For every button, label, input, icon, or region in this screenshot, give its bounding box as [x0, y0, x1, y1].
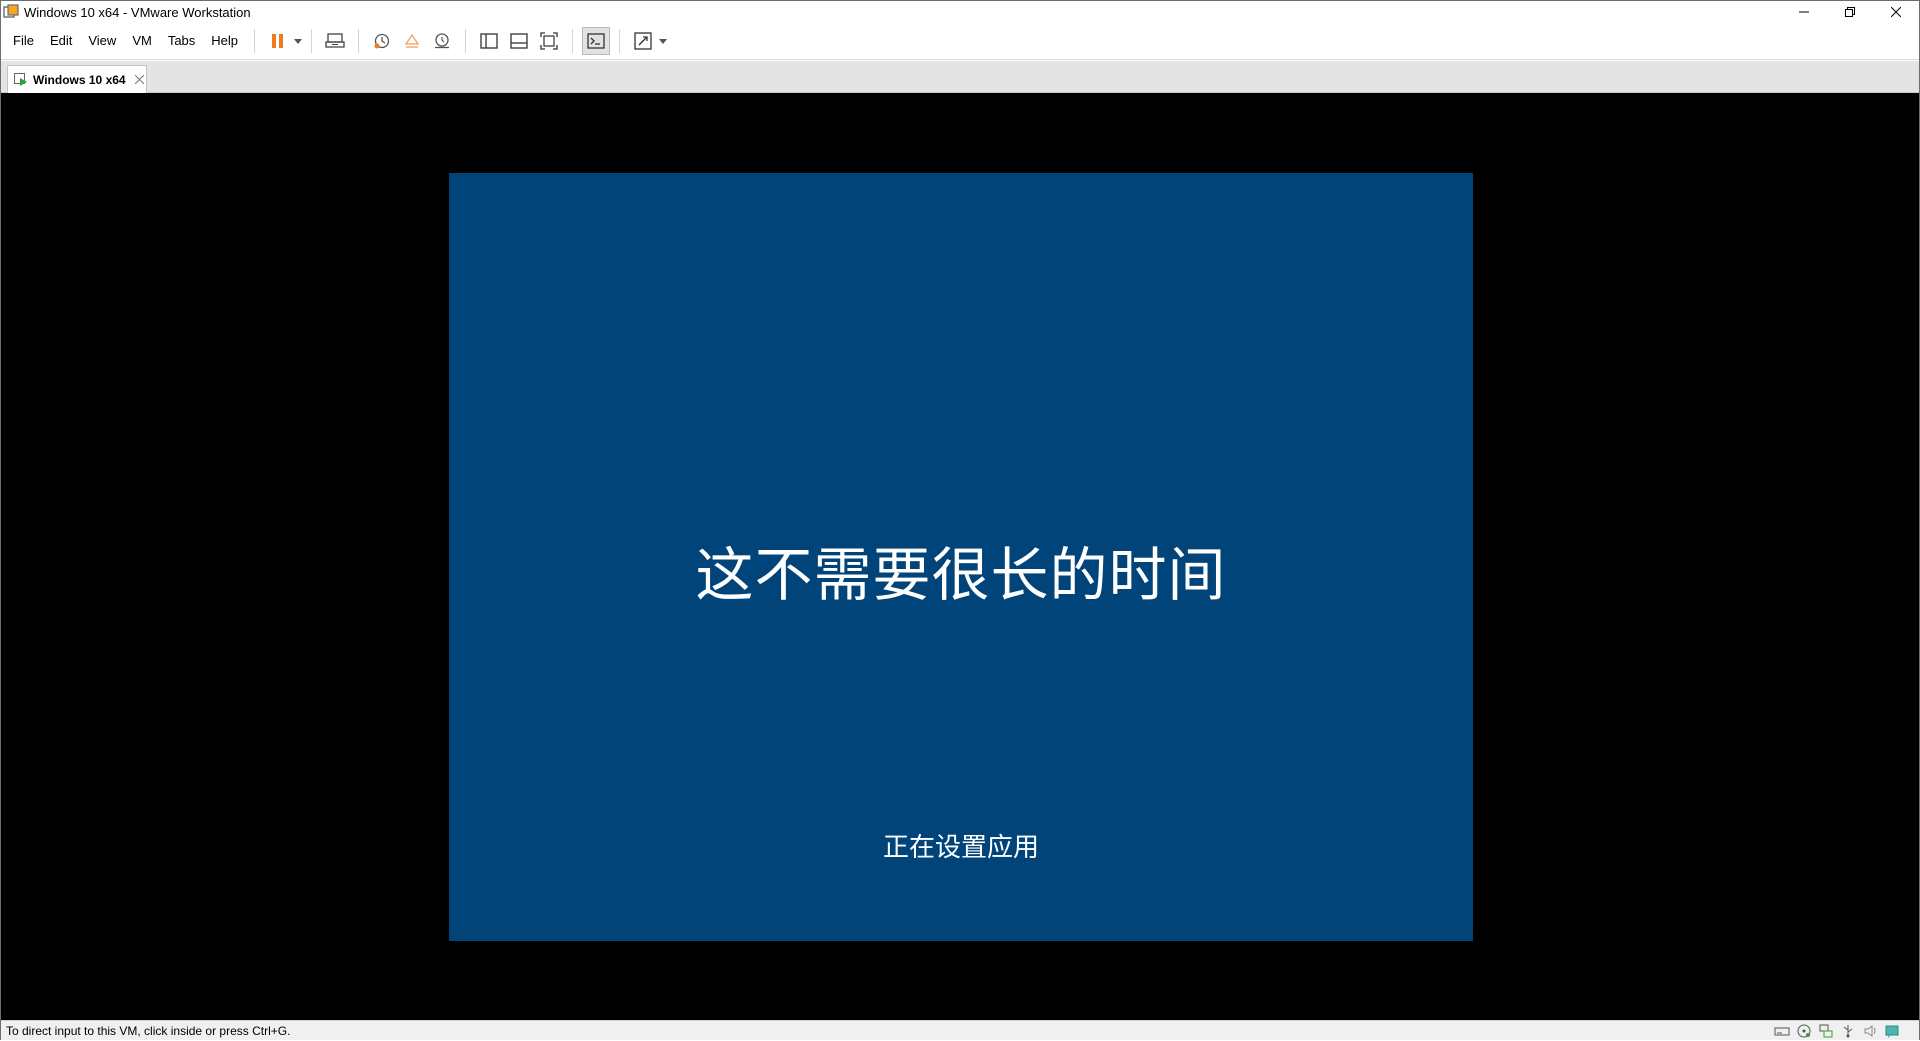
toolbar-separator [254, 29, 256, 53]
toolbar-separator [358, 29, 360, 53]
close-icon [1891, 7, 1901, 17]
guest-display[interactable]: 这不需要很长的时间 正在设置应用 [449, 173, 1473, 941]
show-thumbnail-bar-button[interactable] [505, 27, 533, 55]
title-bar[interactable]: Windows 10 x64 - VMware Workstation [1, 1, 1919, 23]
menu-view[interactable]: View [80, 29, 124, 53]
chevron-down-icon [294, 38, 303, 44]
usb-icon[interactable] [1839, 1023, 1857, 1039]
console-view-button[interactable] [582, 27, 611, 55]
vm-console[interactable]: 这不需要很长的时间 正在设置应用 [1, 93, 1919, 1020]
minimize-icon [1799, 11, 1809, 13]
vm-running-icon [14, 72, 27, 86]
send-ctrl-alt-del-button[interactable] [321, 27, 349, 55]
library-view-icon [480, 33, 498, 49]
full-screen-button[interactable] [535, 27, 563, 55]
device-status-icons [1769, 1021, 1901, 1041]
sound-icon[interactable] [1861, 1023, 1879, 1039]
message-icon[interactable] [1883, 1023, 1901, 1039]
cd-dvd-icon[interactable] [1795, 1023, 1813, 1039]
chevron-down-icon [659, 38, 668, 44]
revert-snapshot-icon [404, 33, 420, 48]
status-hint: To direct input to this VM, click inside… [6, 1023, 291, 1038]
status-bar: To direct input to this VM, click inside… [1, 1020, 1919, 1040]
snapshot-manager-icon [435, 33, 450, 49]
toolbar-separator [311, 29, 313, 53]
stretch-guest-icon [634, 32, 652, 50]
menu-tabs[interactable]: Tabs [160, 29, 203, 53]
power-dropdown-button[interactable] [293, 27, 303, 55]
snapshot-manager-button[interactable] [428, 27, 456, 55]
show-library-button[interactable] [475, 27, 503, 55]
menu-file[interactable]: File [1, 29, 42, 53]
stretch-dropdown-button[interactable] [658, 27, 668, 55]
revert-snapshot-button[interactable] [398, 27, 426, 55]
send-ctrl-alt-del-icon [325, 33, 345, 48]
menu-toolbar: File Edit View VM Tabs Help [1, 23, 1919, 60]
window-controls [1781, 1, 1919, 23]
thumbnail-bar-icon [510, 33, 528, 49]
menu-vm[interactable]: VM [124, 29, 160, 53]
window-title: Windows 10 x64 - VMware Workstation [24, 4, 251, 20]
tab-windows-10-x64[interactable]: Windows 10 x64 [7, 65, 147, 93]
setup-heading: 这不需要很长的时间 [695, 541, 1227, 609]
toolbar-separator [619, 29, 621, 53]
minimize-button[interactable] [1781, 1, 1827, 23]
vmware-window: Windows 10 x64 - VMware Workstation File… [0, 0, 1920, 1040]
console-view-icon [587, 33, 605, 49]
pause-button[interactable] [264, 27, 292, 55]
toolbar-separator [572, 29, 574, 53]
restore-button[interactable] [1827, 1, 1873, 23]
network-icon[interactable] [1817, 1023, 1835, 1039]
full-screen-icon [540, 32, 558, 50]
close-button[interactable] [1873, 1, 1919, 23]
tab-strip: Windows 10 x64 [1, 61, 1919, 93]
vmware-app-icon [3, 4, 19, 20]
setup-status-text: 正在设置应用 [882, 833, 1039, 863]
menu-help[interactable]: Help [203, 29, 246, 53]
tab-close-button[interactable] [134, 74, 146, 86]
toolbar-separator [465, 29, 467, 53]
take-snapshot-button[interactable] [368, 27, 396, 55]
tab-label: Windows 10 x64 [33, 72, 126, 87]
close-icon [135, 75, 145, 84]
stretch-guest-button[interactable] [629, 27, 657, 55]
restore-icon [1845, 7, 1855, 17]
menu-edit[interactable]: Edit [42, 29, 80, 53]
snapshot-icon [374, 33, 390, 49]
hard-disk-icon[interactable] [1773, 1023, 1791, 1039]
pause-icon [272, 34, 284, 48]
